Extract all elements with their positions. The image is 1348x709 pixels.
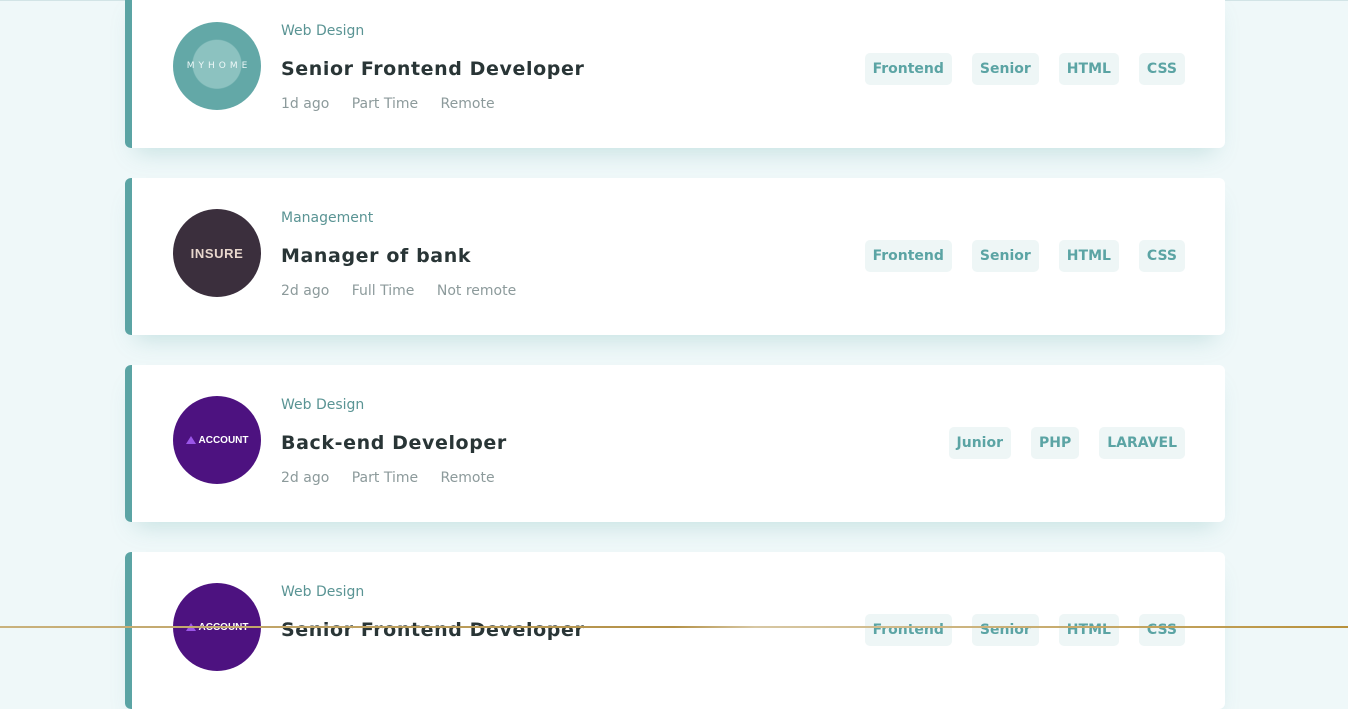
job-card[interactable]: INSURE Management Manager of bank 2d ago…: [125, 178, 1225, 335]
company-logo-word: ACCOUNT: [198, 434, 249, 446]
job-tags: Frontend Senior HTML CSS: [864, 240, 1185, 272]
company-logo-text: MYHOME: [186, 61, 252, 71]
job-title[interactable]: Manager of bank: [281, 244, 831, 268]
job-tag[interactable]: CSS: [1138, 53, 1185, 85]
job-tag[interactable]: Frontend: [864, 53, 952, 85]
job-card[interactable]: ACCOUNT Web Design Senior Frontend Devel…: [125, 552, 1225, 709]
job-title[interactable]: Senior Frontend Developer: [281, 57, 831, 81]
job-tags: Frontend Senior HTML CSS: [864, 614, 1185, 646]
job-meta: 2d ago Part Time Remote: [281, 469, 831, 487]
job-title[interactable]: Back-end Developer: [281, 431, 831, 455]
job-title[interactable]: Senior Frontend Developer: [281, 618, 831, 642]
job-tag[interactable]: HTML: [1058, 240, 1119, 272]
company-logo-text: ACCOUNT: [185, 434, 249, 446]
job-contract: Full Time: [351, 283, 415, 299]
job-info: Web Design Senior Frontend Developer 1d …: [281, 21, 831, 113]
company-logo: INSURE: [173, 209, 261, 297]
job-tag[interactable]: PHP: [1031, 427, 1080, 459]
job-tag[interactable]: CSS: [1138, 614, 1185, 646]
job-tags: Frontend Senior HTML CSS: [864, 53, 1185, 85]
job-meta: 2d ago Full Time Not remote: [281, 282, 831, 300]
job-card[interactable]: MYHOME Web Design Senior Frontend Develo…: [125, 0, 1225, 148]
job-tag[interactable]: Senior: [971, 614, 1039, 646]
job-posted-time: 2d ago: [281, 283, 330, 299]
job-tags: Junior PHP LARAVEL: [948, 427, 1185, 459]
job-location: Not remote: [436, 283, 517, 299]
job-meta: 1d ago Part Time Remote: [281, 95, 831, 113]
job-location: Remote: [440, 470, 495, 486]
job-location: Remote: [440, 96, 495, 112]
job-category: Web Design: [281, 23, 365, 39]
company-logo-text: INSURE: [190, 245, 244, 261]
job-tag[interactable]: CSS: [1138, 240, 1185, 272]
account-logo-mark-icon: [185, 436, 196, 444]
job-category: Web Design: [281, 397, 365, 413]
job-tag[interactable]: Frontend: [864, 614, 952, 646]
job-card[interactable]: ACCOUNT Web Design Back-end Developer 2d…: [125, 365, 1225, 522]
job-info: Web Design Back-end Developer 2d ago Par…: [281, 395, 831, 487]
job-tag[interactable]: Senior: [971, 240, 1039, 272]
job-tag[interactable]: Senior: [971, 53, 1039, 85]
job-category: Management: [281, 210, 374, 226]
job-contract: Part Time: [351, 470, 419, 486]
job-info: Management Manager of bank 2d ago Full T…: [281, 208, 831, 300]
company-logo: MYHOME: [173, 22, 261, 110]
job-info: Web Design Senior Frontend Developer: [281, 582, 831, 642]
job-tag[interactable]: LARAVEL: [1099, 427, 1185, 459]
job-posted-time: 1d ago: [281, 96, 330, 112]
job-category: Web Design: [281, 584, 365, 600]
company-logo: ACCOUNT: [173, 396, 261, 484]
job-tag[interactable]: Junior: [948, 427, 1011, 459]
job-tag[interactable]: Frontend: [864, 240, 952, 272]
job-tag[interactable]: HTML: [1058, 614, 1119, 646]
job-tag[interactable]: HTML: [1058, 53, 1119, 85]
job-contract: Part Time: [351, 96, 419, 112]
job-posted-time: 2d ago: [281, 470, 330, 486]
